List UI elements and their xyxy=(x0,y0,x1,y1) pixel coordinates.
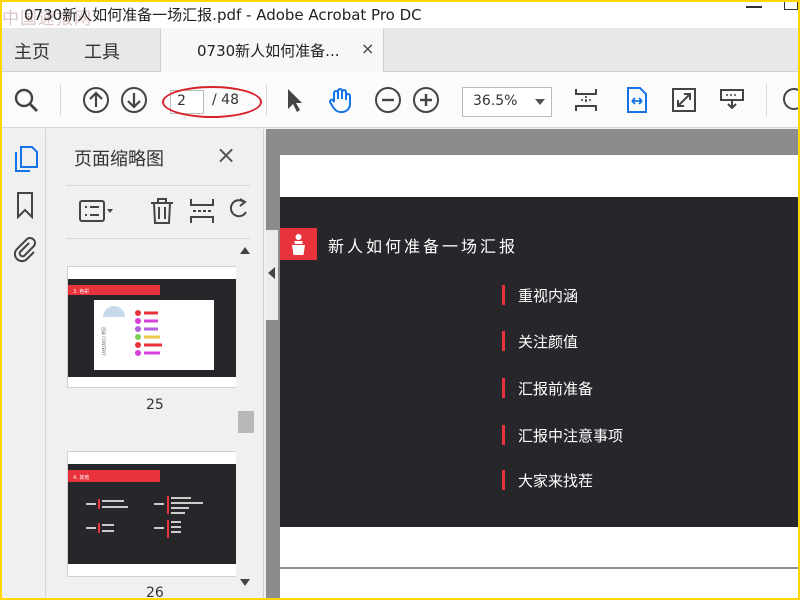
zoom-select[interactable]: 36.5% xyxy=(462,87,552,117)
fit-width-icon[interactable] xyxy=(622,86,650,114)
highlight-annotation xyxy=(162,86,262,118)
close-tab-icon[interactable]: × xyxy=(361,39,374,58)
select-cursor-icon[interactable] xyxy=(280,86,308,114)
minimize-button[interactable] xyxy=(746,6,762,8)
thumbnail-options-icon[interactable] xyxy=(78,196,116,226)
scroll-down-arrow-icon[interactable] xyxy=(240,579,250,586)
accent-bar xyxy=(502,285,505,305)
accent-bar xyxy=(502,378,505,398)
comment-icon[interactable] xyxy=(780,86,798,114)
toolbar-divider xyxy=(60,84,61,116)
accent-bar xyxy=(502,425,505,445)
thumb-25-header: 3. 色彩 xyxy=(73,288,89,295)
hand-tool-icon[interactable] xyxy=(326,86,354,114)
next-pdf-page xyxy=(280,569,798,598)
bookmark-icon[interactable] xyxy=(12,191,38,220)
zoom-value: 36.5% xyxy=(473,93,518,109)
document-view[interactable]: 新人如何准备一场汇报 重视内涵 关注颜值 汇报前准备 汇报中注意事项 大家来找茬 xyxy=(266,129,798,598)
maximize-button[interactable] xyxy=(784,2,798,10)
panel-toolbar xyxy=(66,185,250,239)
slide-agenda-text: 关注颜值 xyxy=(518,333,579,351)
slide-agenda-text: 汇报前准备 xyxy=(518,380,594,398)
document-tab-label: 0730新人如何准备... xyxy=(197,42,340,60)
thumbnail-scrollbar[interactable] xyxy=(236,239,254,598)
full-screen-icon[interactable] xyxy=(670,86,698,114)
zoom-out-icon[interactable] xyxy=(374,86,402,114)
presenter-icon xyxy=(280,228,317,260)
slide-agenda-text: 汇报中注意事项 xyxy=(518,427,624,445)
read-mode-icon[interactable] xyxy=(718,86,746,114)
zoom-in-icon[interactable] xyxy=(412,86,440,114)
title-bar: 中国速报网 0730新人如何准备一场汇报.pdf - Adobe Acrobat… xyxy=(2,2,798,29)
menu-home[interactable]: 主页 xyxy=(14,38,50,64)
thumbnails-panel: 页面缩略图 × 3. 色彩 目录 CONTENT 25 4. 其他 26 xyxy=(46,129,264,598)
slide-agenda-text: 大家来找茬 xyxy=(518,472,594,490)
panel-title: 页面缩略图 xyxy=(74,149,164,170)
toolbar: 2 / 48 36.5% xyxy=(2,72,798,128)
thumbnail-list: 3. 色彩 目录 CONTENT 25 4. 其他 26 xyxy=(46,239,264,598)
thumbnail-page-number: 26 xyxy=(146,585,164,598)
accent-bar xyxy=(502,470,505,490)
slide: 新人如何准备一场汇报 重视内涵 关注颜值 汇报前准备 汇报中注意事项 大家来找茬 xyxy=(280,197,798,527)
thumbnail-page-number: 25 xyxy=(146,397,164,413)
rotate-page-icon[interactable] xyxy=(226,196,250,226)
navigation-rail xyxy=(2,129,46,598)
acrobat-window: 中国速报网 0730新人如何准备一场汇报.pdf - Adobe Acrobat… xyxy=(2,2,798,598)
thumbnail-page-26[interactable]: 4. 其他 xyxy=(68,452,238,576)
thumb-25-center-label: 目录 CONTENT xyxy=(101,327,107,356)
next-page-icon[interactable] xyxy=(120,86,148,114)
fit-page-icon[interactable] xyxy=(572,86,600,114)
slide-title: 新人如何准备一场汇报 xyxy=(328,237,519,256)
window-title: 0730新人如何准备一场汇报.pdf - Adobe Acrobat Pro D… xyxy=(24,6,422,24)
chevron-down-icon xyxy=(535,99,545,105)
slide-agenda-text: 重视内涵 xyxy=(518,287,579,305)
toolbar-divider xyxy=(266,84,267,116)
accent-bar xyxy=(502,331,505,351)
collapse-panel-handle[interactable] xyxy=(266,230,278,320)
attachment-icon[interactable] xyxy=(12,235,38,263)
search-icon[interactable] xyxy=(12,86,40,114)
scrollbar-thumb[interactable] xyxy=(238,411,254,433)
scroll-up-arrow-icon[interactable] xyxy=(240,247,250,254)
thumb-26-header: 4. 其他 xyxy=(73,474,89,481)
insert-page-icon[interactable] xyxy=(188,196,216,226)
page-thumbnails-icon[interactable] xyxy=(12,145,38,173)
close-panel-icon[interactable]: × xyxy=(216,141,236,169)
delete-page-icon[interactable] xyxy=(148,196,176,226)
pdf-page: 新人如何准备一场汇报 重视内涵 关注颜值 汇报前准备 汇报中注意事项 大家来找茬 xyxy=(280,155,798,567)
chevron-left-icon xyxy=(268,267,275,279)
toolbar-divider xyxy=(766,84,767,116)
previous-page-icon[interactable] xyxy=(82,86,110,114)
document-tab[interactable]: 0730新人如何准备... × xyxy=(160,28,384,72)
thumbnail-page-25[interactable]: 3. 色彩 目录 CONTENT xyxy=(68,267,238,387)
tab-bar: 主页 工具 0730新人如何准备... × xyxy=(2,28,798,72)
menu-tools[interactable]: 工具 xyxy=(84,38,120,64)
